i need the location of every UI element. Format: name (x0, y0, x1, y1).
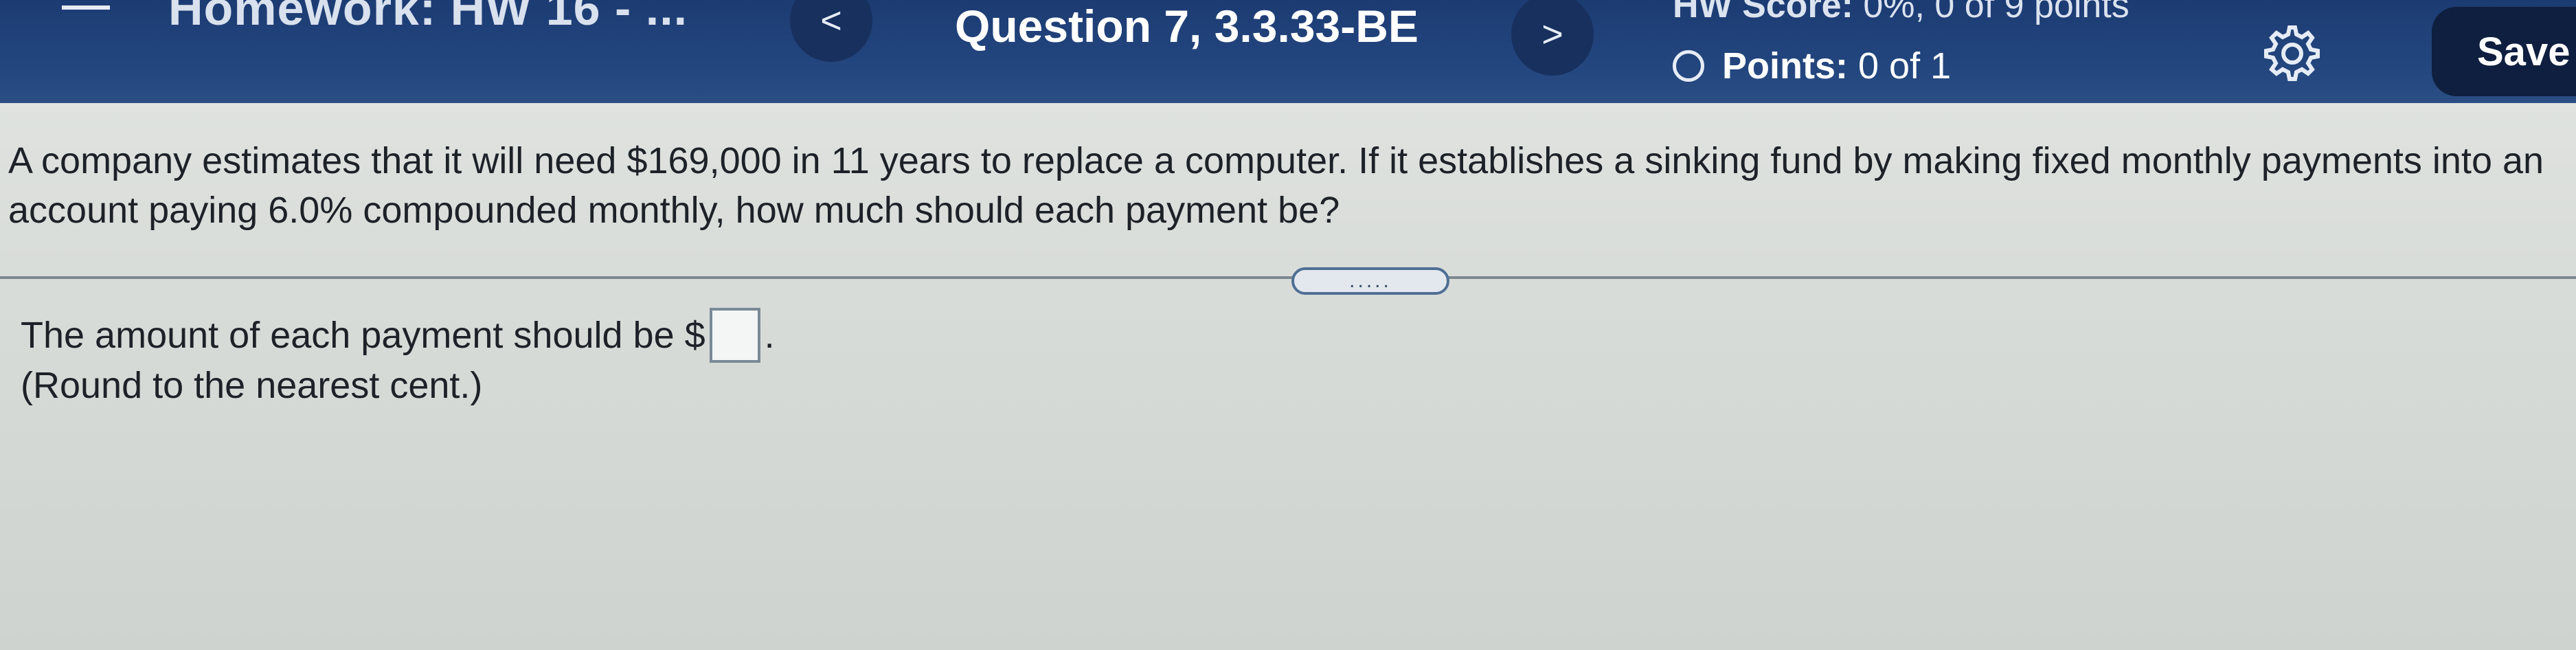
settings-button[interactable] (2263, 25, 2321, 82)
answer-prompt: The amount of each payment should be $ . (21, 308, 775, 363)
gear-icon (2264, 25, 2320, 81)
points-value: 0 of 1 (1858, 45, 1952, 87)
payment-answer-input[interactable] (709, 308, 760, 363)
points-label: Points: (1722, 45, 1848, 87)
hw-score: HW Score: 0%, 0 of 9 points (1673, 0, 2129, 26)
question-text: A company estimates that it will need $1… (8, 140, 2544, 231)
save-button[interactable]: Save (2432, 7, 2576, 96)
hamburger-menu-icon[interactable] (62, 0, 110, 10)
homework-title[interactable]: Homework: HW 16 - ... (168, 0, 688, 36)
previous-question-button[interactable]: < (790, 0, 872, 62)
hw-score-value: 0%, 0 of 9 points (1863, 0, 2129, 25)
expand-handle[interactable]: ..... (1291, 267, 1449, 295)
hw-score-label: HW Score: (1673, 0, 1853, 25)
chevron-right-icon: > (1541, 14, 1563, 55)
chevron-left-icon: < (820, 0, 842, 41)
points-status: Points: 0 of 1 (1673, 45, 1951, 87)
top-nav-bar: Homework: HW 16 - ... < Question 7, 3.3.… (0, 0, 2576, 103)
rounding-instruction: (Round to the nearest cent.) (21, 365, 483, 406)
homework-page: Homework: HW 16 - ... < Question 7, 3.3.… (0, 0, 2576, 650)
section-divider (0, 276, 2576, 279)
circle-outline-icon (1673, 50, 1704, 82)
next-question-button[interactable]: > (1511, 0, 1594, 76)
question-title: Question 7, 3.3.33-BE (955, 1, 1419, 52)
answer-prompt-text: The amount of each payment should be $ (21, 315, 705, 356)
answer-prompt-suffix: . (764, 315, 775, 356)
